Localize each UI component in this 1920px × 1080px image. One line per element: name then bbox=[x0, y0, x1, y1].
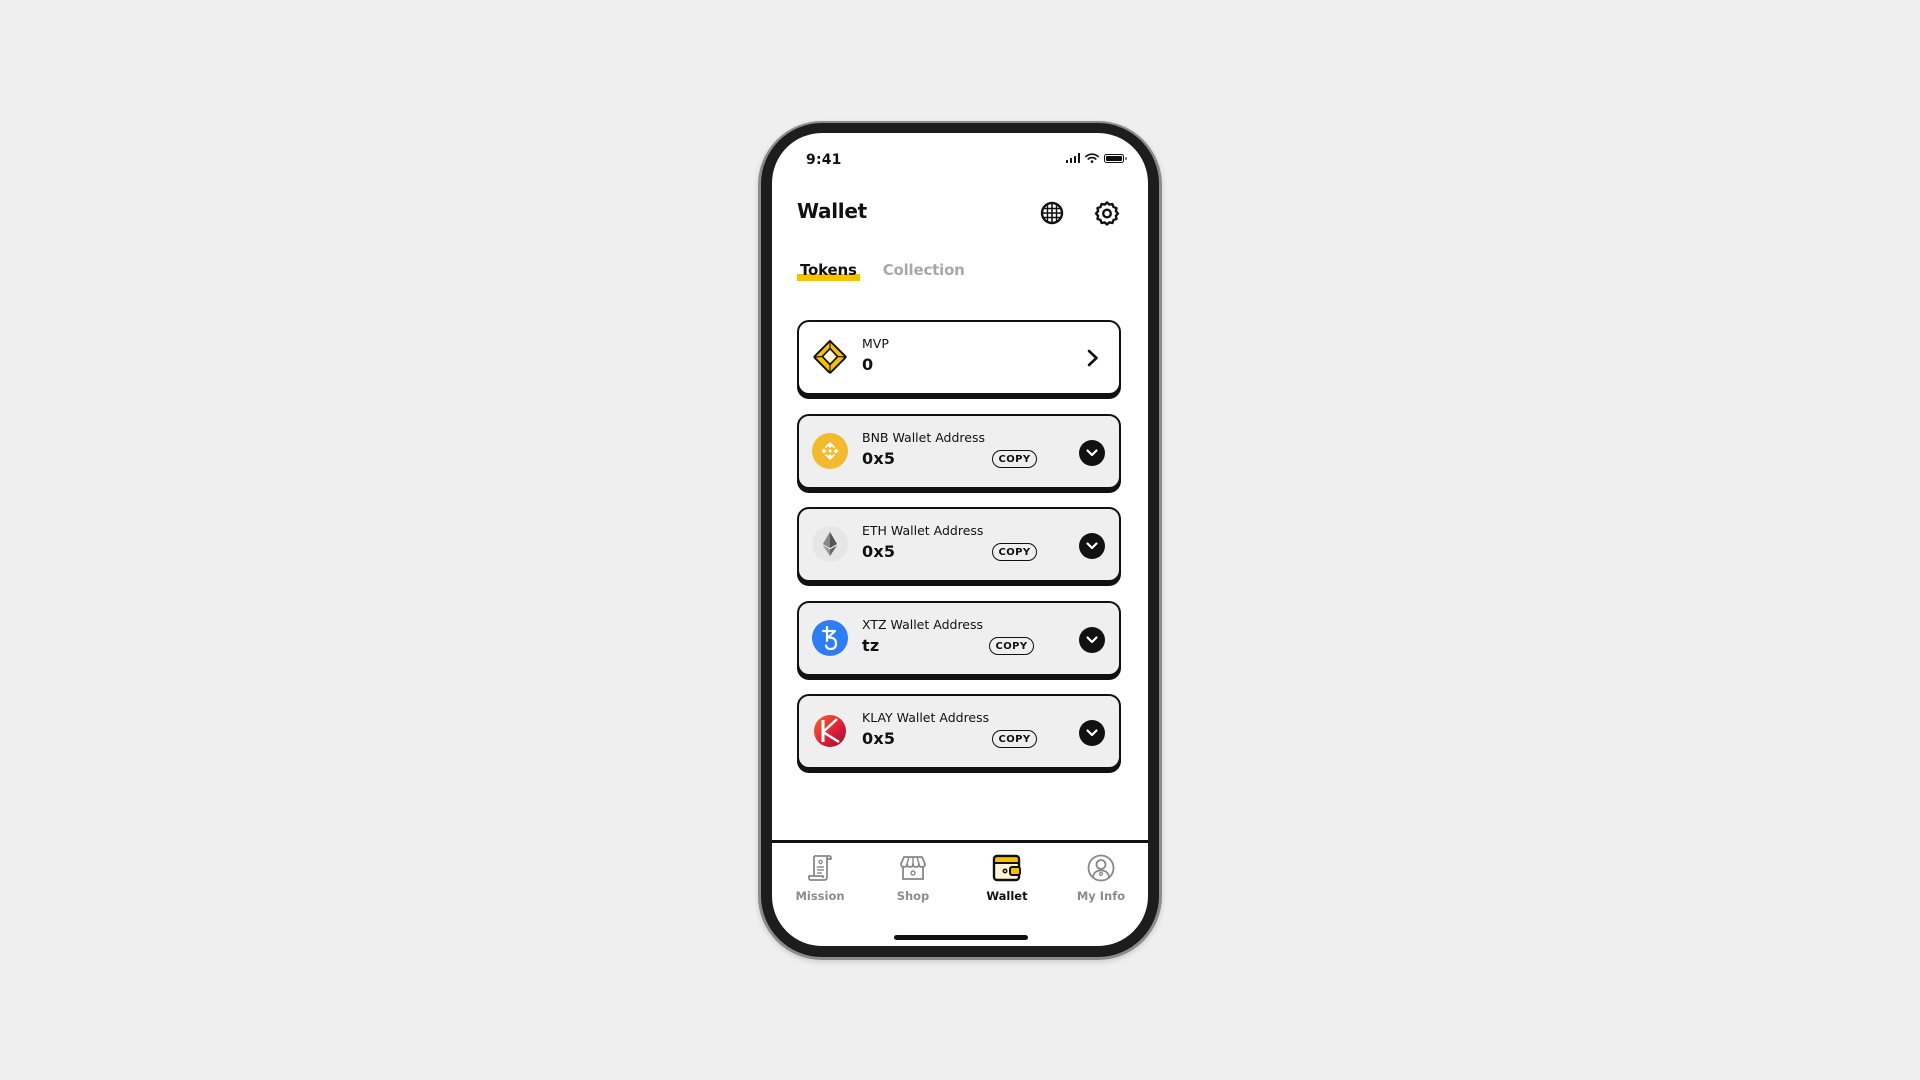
wallet-address: 0x5 bbox=[862, 449, 896, 468]
wallet-card-xtz: XTZ Wallet Address tz COPY bbox=[797, 601, 1121, 676]
nav-label: Shop bbox=[896, 889, 930, 903]
klaytn-icon bbox=[812, 713, 848, 749]
bottom-nav: Mission Shop Wallet My Info bbox=[772, 845, 1148, 905]
chevron-down-icon bbox=[1086, 729, 1098, 737]
chevron-down-icon bbox=[1086, 636, 1098, 644]
status-icons bbox=[1065, 153, 1127, 163]
language-button[interactable] bbox=[1038, 199, 1066, 227]
token-card-mvp[interactable]: MVP 0 bbox=[797, 320, 1121, 395]
copy-button[interactable]: COPY bbox=[992, 450, 1037, 468]
token-balance: 0 bbox=[862, 355, 874, 374]
copy-button[interactable]: COPY bbox=[989, 637, 1034, 655]
tezos-icon bbox=[812, 620, 848, 656]
expand-button[interactable] bbox=[1079, 440, 1105, 466]
wallet-address: tz bbox=[862, 636, 880, 655]
bnb-icon bbox=[812, 433, 848, 469]
phone-screen: 9:41 Wallet Tokens Collection MVP 0 BNB … bbox=[772, 133, 1148, 946]
nav-wallet[interactable]: Wallet bbox=[967, 845, 1047, 903]
wallet-label: KLAY Wallet Address bbox=[862, 710, 990, 725]
wallet-label: BNB Wallet Address bbox=[862, 430, 985, 445]
wifi-icon bbox=[1085, 153, 1099, 163]
wallet-card-klay: KLAY Wallet Address 0x5 COPY bbox=[797, 694, 1121, 769]
copy-button[interactable]: COPY bbox=[992, 543, 1037, 561]
nav-label: Wallet bbox=[986, 889, 1028, 903]
status-time: 9:41 bbox=[806, 152, 842, 168]
nav-shop[interactable]: Shop bbox=[873, 845, 953, 903]
eth-icon bbox=[812, 526, 848, 562]
shop-icon bbox=[896, 851, 930, 885]
battery-icon bbox=[1104, 153, 1127, 163]
tab-collection[interactable]: Collection bbox=[880, 261, 968, 281]
wallet-icon bbox=[990, 851, 1024, 885]
nav-my-info[interactable]: My Info bbox=[1061, 845, 1141, 903]
wallet-label: ETH Wallet Address bbox=[862, 523, 984, 538]
nav-label: Mission bbox=[795, 889, 845, 903]
tab-bar: Tokens Collection bbox=[797, 261, 968, 281]
nav-mission[interactable]: Mission bbox=[780, 845, 860, 903]
mvp-token-icon bbox=[812, 339, 848, 375]
settings-button[interactable] bbox=[1093, 199, 1121, 227]
nav-divider bbox=[772, 840, 1148, 843]
open-token-button[interactable] bbox=[1081, 346, 1105, 370]
copy-button[interactable]: COPY bbox=[992, 730, 1037, 748]
chevron-down-icon bbox=[1086, 449, 1098, 457]
home-indicator bbox=[894, 935, 1028, 940]
user-icon bbox=[1084, 851, 1118, 885]
tab-tokens[interactable]: Tokens bbox=[797, 261, 860, 281]
wallet-card-eth: ETH Wallet Address 0x5 COPY bbox=[797, 507, 1121, 582]
wallet-card-bnb: BNB Wallet Address 0x5 COPY bbox=[797, 414, 1121, 489]
expand-button[interactable] bbox=[1079, 627, 1105, 653]
chevron-down-icon bbox=[1086, 542, 1098, 550]
wallet-address: 0x5 bbox=[862, 542, 896, 561]
expand-button[interactable] bbox=[1079, 533, 1105, 559]
wallet-label: XTZ Wallet Address bbox=[862, 617, 984, 632]
signal-icon bbox=[1065, 153, 1080, 163]
gear-icon bbox=[1094, 201, 1120, 226]
globe-icon bbox=[1040, 201, 1064, 225]
page-title: Wallet bbox=[797, 199, 867, 223]
expand-button[interactable] bbox=[1079, 720, 1105, 746]
wallet-address: 0x5 bbox=[862, 729, 896, 748]
nav-label: My Info bbox=[1076, 889, 1126, 903]
token-label: MVP bbox=[862, 336, 889, 351]
scroll-icon bbox=[803, 851, 837, 885]
chevron-right-icon bbox=[1087, 349, 1098, 367]
